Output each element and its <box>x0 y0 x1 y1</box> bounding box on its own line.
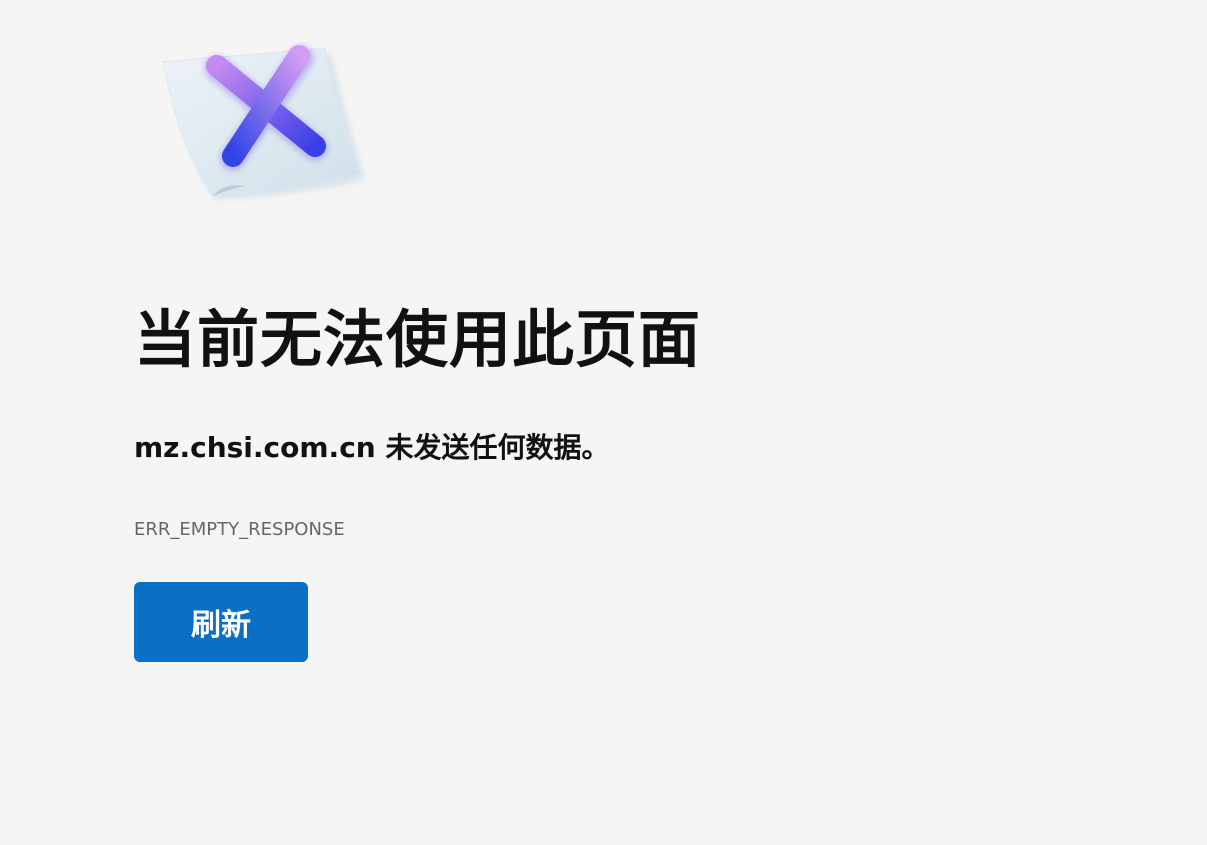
error-description: mz.chsi.com.cn 未发送任何数据。 <box>134 431 610 464</box>
error-code: ERR_EMPTY_RESPONSE <box>134 519 345 540</box>
error-page: 当前无法使用此页面 mz.chsi.com.cn 未发送任何数据。 ERR_EM… <box>0 0 1207 845</box>
document-x-icon <box>162 45 365 200</box>
refresh-button[interactable]: 刷新 <box>134 582 308 662</box>
page-title: 当前无法使用此页面 <box>134 303 702 376</box>
